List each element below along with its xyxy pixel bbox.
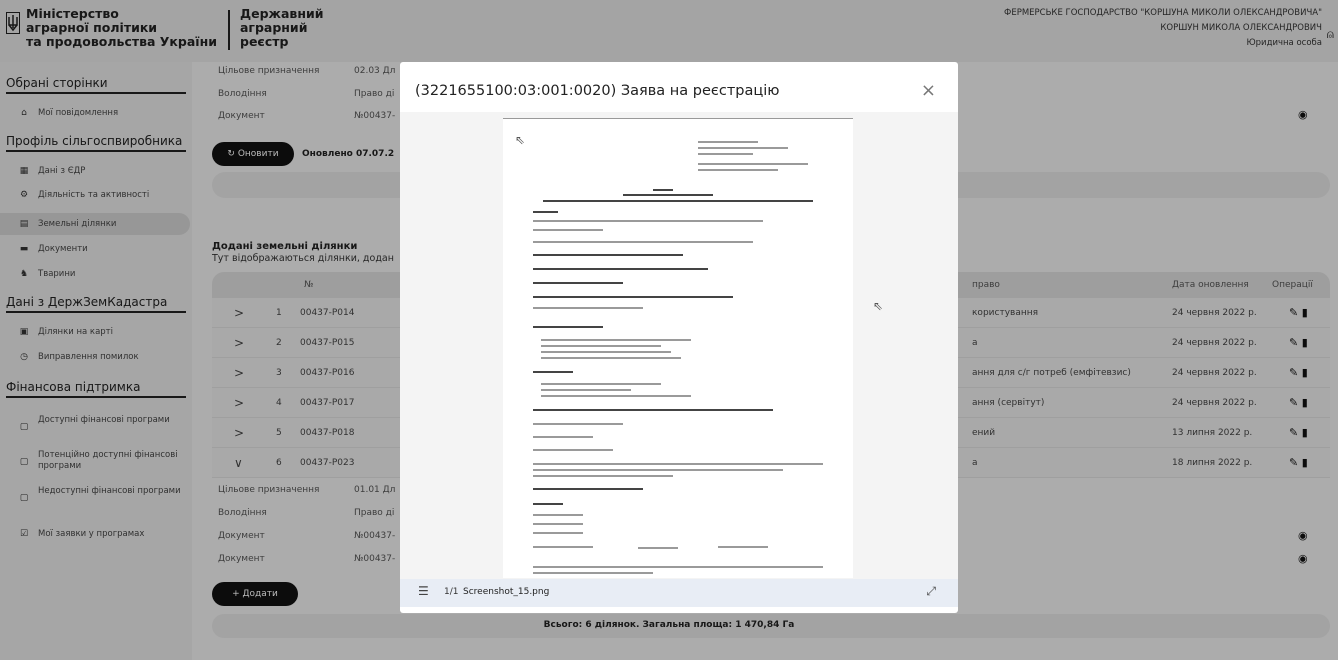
cursor-icon: ⇖ <box>873 299 884 313</box>
file-name: Screenshot_15.png <box>463 587 550 597</box>
document-preview-modal: (3221655100:03:001:0020) Заява на реєстр… <box>400 62 958 613</box>
cursor-icon: ⇖ <box>515 133 526 147</box>
page-counter: 1/1 <box>444 587 459 597</box>
list-icon[interactable]: ☰ <box>418 584 429 598</box>
preview-footer: ☰ 1/1 Screenshot_15.png ⤢ <box>400 579 958 607</box>
modal-title: (3221655100:03:001:0020) Заява на реєстр… <box>415 83 780 99</box>
expand-icon[interactable]: ⤢ <box>926 584 936 599</box>
document-preview[interactable]: ⇖ ⇖ <box>400 112 958 580</box>
document-page: ⇖ ⇖ <box>503 118 883 578</box>
close-icon[interactable]: × <box>921 80 936 101</box>
